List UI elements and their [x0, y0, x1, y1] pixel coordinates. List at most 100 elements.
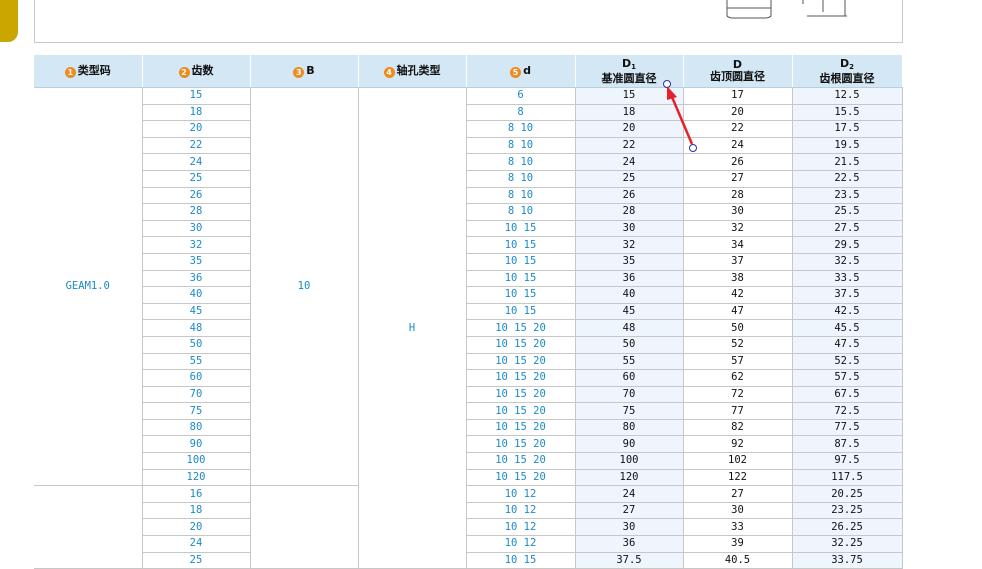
teeth-cell: 18 [142, 104, 251, 122]
d2-cell: 29.5 [792, 236, 903, 254]
table-row: 60 10 15 20 60 62 57.5 [34, 369, 903, 387]
d1-cell: 45 [575, 303, 684, 321]
d-cell: 10 15 20 [466, 336, 576, 354]
d-tip-cell: 24 [683, 137, 793, 155]
d-cell: 10 15 [466, 253, 576, 271]
d2-cell: 33.5 [792, 270, 903, 288]
teeth-cell: 20 [142, 518, 251, 537]
d-tip-cell: 32 [683, 220, 793, 238]
d-cell: 8 10 [466, 137, 576, 155]
d2-cell: 32.25 [792, 535, 903, 553]
col-label: 齿根圆直径 [819, 71, 875, 85]
d-tip-cell: 34 [683, 236, 793, 254]
d-cell: 8 10 [466, 187, 576, 205]
col-header-hole-type: 4 轴孔类型 [358, 55, 467, 88]
teeth-cell: 22 [142, 137, 251, 155]
d2-cell: 15.5 [792, 104, 903, 122]
d-cell: 8 10 [466, 120, 576, 138]
teeth-cell: 36 [142, 270, 251, 288]
col-label: 齿顶圆直径 [710, 70, 765, 83]
d2-cell: 32.5 [792, 253, 903, 271]
d-tip-cell: 17 [683, 87, 793, 105]
d-cell: 10 15 20 [466, 435, 576, 454]
d2-cell: 72.5 [792, 402, 903, 420]
d-cell: 10 15 20 [466, 353, 576, 371]
table-row: 18 10 12 27 30 23.25 [34, 502, 903, 520]
col-label: 基准圆直径 [601, 71, 657, 85]
d1-cell: 90 [575, 435, 684, 454]
teeth-cell: 40 [142, 286, 251, 304]
d1-cell: 30 [575, 220, 684, 238]
d-tip-cell: 77 [683, 402, 793, 420]
d2-cell: 26.25 [792, 518, 903, 537]
badge-1: 1 [64, 66, 76, 78]
col-subscript: 1 [631, 62, 636, 71]
teeth-cell: 100 [142, 452, 251, 470]
d1-cell: 15 [575, 87, 684, 105]
d2-cell: 33.75 [792, 552, 903, 569]
d2-cell: 47.5 [792, 336, 903, 354]
col-header-dd: D 齿顶圆直径 [683, 55, 793, 88]
d1-cell: 24 [575, 485, 684, 503]
d-tip-cell: 72 [683, 386, 793, 404]
d-tip-cell: 22 [683, 120, 793, 138]
d-tip-cell: 47 [683, 303, 793, 321]
d-tip-cell: 30 [683, 502, 793, 520]
teeth-cell: 80 [142, 419, 251, 437]
d-cell: 10 15 [466, 270, 576, 288]
teeth-cell: 48 [142, 319, 251, 337]
table-row: 35 10 15 35 37 32.5 [34, 253, 903, 271]
table-row: GEAM1.0 15 10 H 6 15 17 12.5 [34, 87, 903, 569]
d1-cell: 55 [575, 353, 684, 371]
d-cell: 10 15 [466, 286, 576, 304]
d1-cell: 80 [575, 419, 684, 437]
teeth-cell: 16 [142, 485, 251, 503]
d1-cell: 28 [575, 203, 684, 221]
d1-cell: 25 [575, 170, 684, 188]
col-header-type-code: 1 类型码 [34, 55, 143, 88]
d2-cell: 17.5 [792, 120, 903, 138]
d1-cell: 75 [575, 402, 684, 420]
d-cell: 6 [466, 87, 576, 105]
d-cell: 8 10 [466, 153, 576, 171]
d-tip-cell: 20 [683, 104, 793, 122]
teeth-cell: 32 [142, 236, 251, 254]
badge-4: 4 [383, 66, 395, 78]
table-row: 26 8 10 26 28 23.5 [34, 187, 903, 205]
hole-type-cell: H [358, 87, 467, 569]
d1-cell: 18 [575, 104, 684, 122]
table-row: 30 10 15 30 32 27.5 [34, 220, 903, 238]
d1-cell: 50 [575, 336, 684, 354]
teeth-cell: 25 [142, 170, 251, 188]
col-label: B [306, 63, 315, 77]
table-row: 50 10 15 20 50 52 47.5 [34, 336, 903, 354]
badge-2: 2 [178, 66, 190, 78]
d1-cell: 37.5 [575, 552, 684, 569]
teeth-cell: 30 [142, 220, 251, 238]
d-cell: 8 10 [466, 203, 576, 221]
table-row: 45 10 15 45 47 42.5 [34, 303, 903, 321]
d1-cell: 70 [575, 386, 684, 404]
d1-cell: 40 [575, 286, 684, 304]
d-tip-cell: 52 [683, 336, 793, 354]
col-label: 轴孔类型 [396, 63, 441, 77]
d1-cell: 60 [575, 369, 684, 387]
col-header-b: 3B [250, 55, 359, 88]
table-row: 28 8 10 28 30 25.5 [34, 203, 903, 221]
table-row: 40 10 15 40 42 37.5 [34, 286, 903, 304]
teeth-cell: 35 [142, 253, 251, 271]
col-header-d1: D1 基准圆直径 [575, 55, 684, 88]
teeth-cell: 75 [142, 402, 251, 420]
gear-drawing [726, 0, 847, 19]
d-tip-cell: 37 [683, 253, 793, 271]
d-tip-cell: 42 [683, 286, 793, 304]
d1-cell: 36 [575, 270, 684, 288]
d-cell: 10 12 [466, 502, 576, 520]
table-row: 32 10 15 32 34 29.5 [34, 236, 903, 254]
d1-cell: 32 [575, 236, 684, 254]
d-cell: 10 15 20 [466, 452, 576, 470]
col-label: 齿数 [191, 63, 214, 77]
d-cell: 10 15 20 [466, 419, 576, 437]
d-tip-cell: 30 [683, 203, 793, 221]
teeth-cell: 45 [142, 303, 251, 321]
